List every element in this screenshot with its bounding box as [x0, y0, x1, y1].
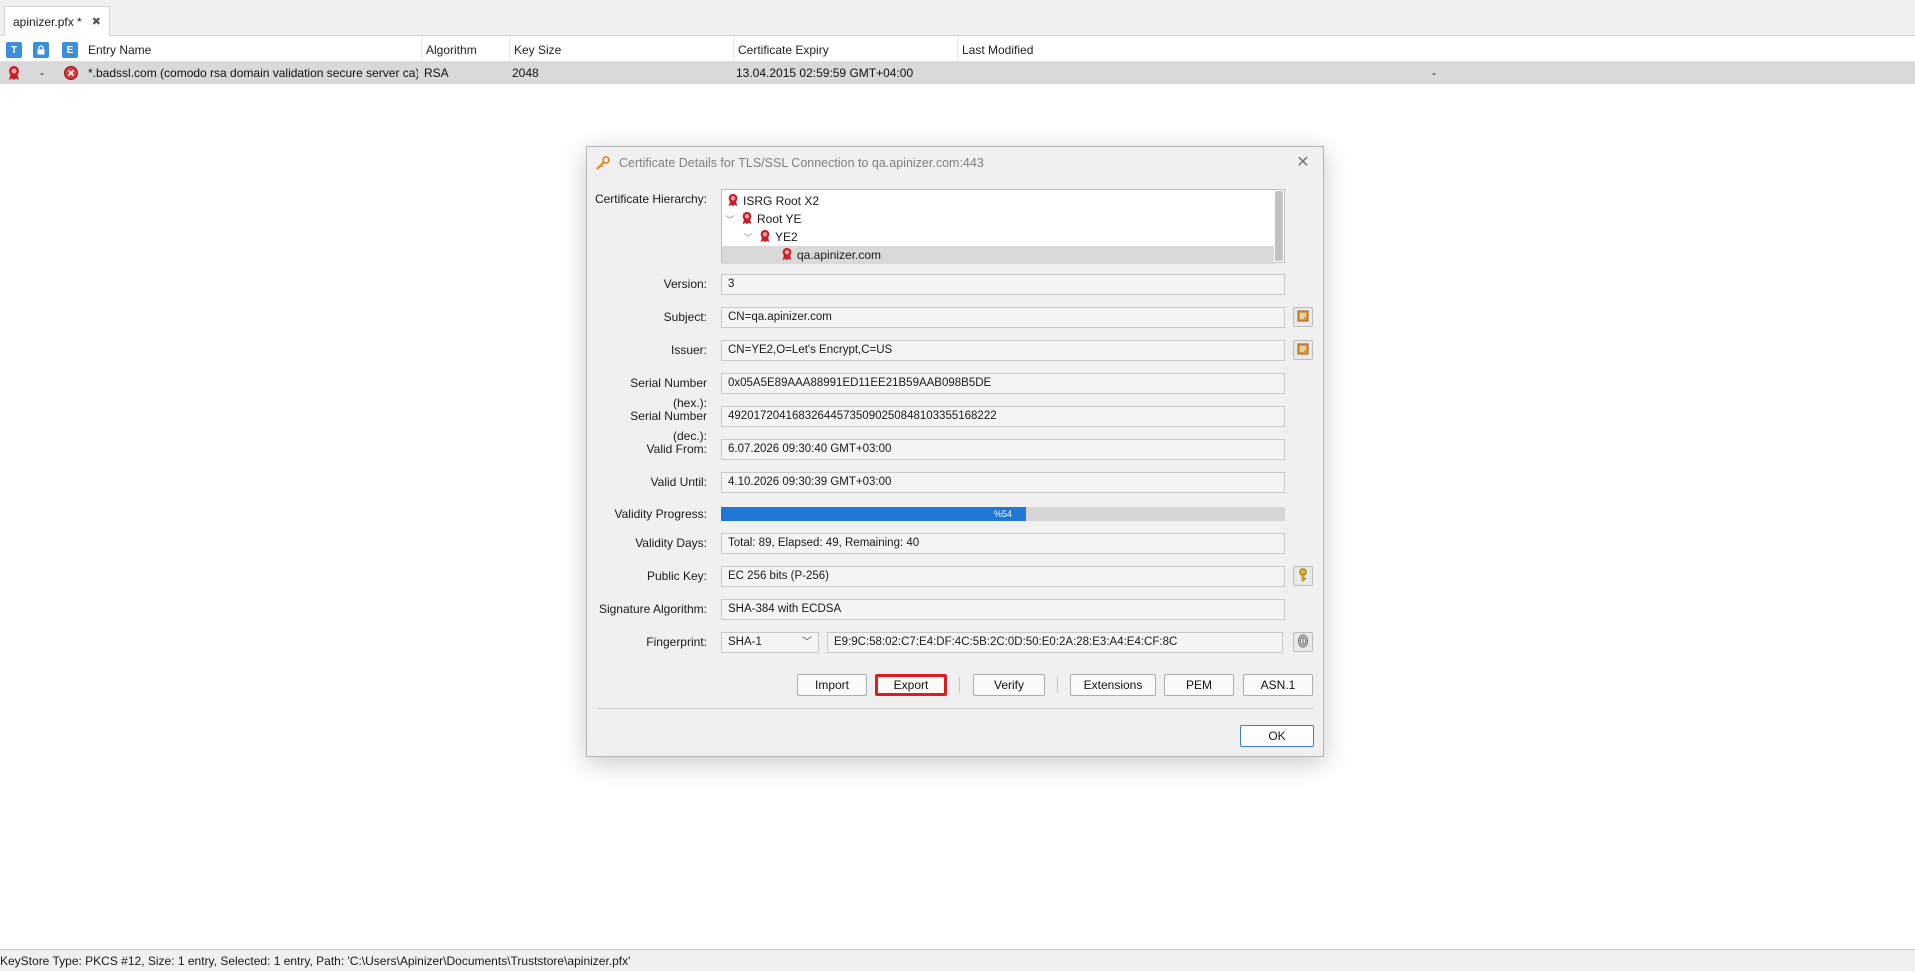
tree-node-label: Root YE: [757, 212, 802, 226]
issuer-details-button[interactable]: [1293, 340, 1313, 360]
entry-name-cell: *.badssl.com (comodo rsa domain validati…: [88, 66, 418, 80]
fingerprint-field[interactable]: E9:9C:58:02:C7:E4:DF:4C:5B:2C:0D:50:E0:2…: [827, 632, 1283, 653]
serial-dec-label: Serial Number (dec.):: [630, 409, 707, 443]
public-key-label: Public Key:: [646, 569, 707, 583]
ok-button[interactable]: OK: [1240, 725, 1314, 747]
valid-from-label: Valid From:: [646, 442, 707, 456]
tree-node-label: ISRG Root X2: [743, 194, 820, 208]
serial-hex-label: Serial Number (hex.):: [630, 376, 707, 410]
asn1-button[interactable]: ASN.1: [1243, 674, 1313, 696]
tree-node-ye2[interactable]: ﹀ YE2: [722, 228, 1274, 246]
valid-until-field[interactable]: 4.10.2026 09:30:39 GMT+03:00: [721, 472, 1285, 493]
tab-close-icon[interactable]: ✖: [92, 15, 101, 28]
certificate-ribbon-icon: [758, 229, 772, 246]
verify-button[interactable]: Verify: [973, 674, 1045, 696]
certificate-ribbon-icon: [780, 247, 794, 264]
expiry-cell: 13.04.2015 02:59:59 GMT+04:00: [736, 66, 914, 80]
signature-algorithm-field[interactable]: SHA-384 with ECDSA: [721, 599, 1285, 620]
algorithm-cell: RSA: [424, 66, 449, 80]
column-entry-name[interactable]: Entry Name: [84, 38, 422, 62]
tree-node-label: qa.apinizer.com: [797, 248, 882, 262]
certificate-ribbon-icon: [740, 211, 754, 228]
column-key-size[interactable]: Key Size: [510, 38, 734, 62]
table-row[interactable]: - *.badssl.com (comodo rsa domain valida…: [0, 62, 1915, 84]
tree-node-isrg-root-x2[interactable]: ISRG Root X2: [722, 192, 1274, 210]
validity-days-label: Validity Days:: [635, 536, 707, 550]
key-size-cell: 2048: [512, 66, 539, 80]
last-modified-cell: -: [1432, 66, 1436, 80]
fingerprint-algorithm-select[interactable]: SHA-1 ﹀: [721, 632, 819, 653]
dialog-divider: [597, 708, 1313, 709]
fingerprint-copy-button[interactable]: [1293, 632, 1313, 652]
extensions-button[interactable]: Extensions: [1070, 674, 1156, 696]
certificate-ribbon-icon: [6, 65, 22, 81]
tab-bar: apinizer.pfx * ✖: [0, 0, 1915, 36]
valid-from-field[interactable]: 6.07.2026 09:30:40 GMT+03:00: [721, 439, 1285, 460]
tree-scrollbar[interactable]: [1275, 191, 1283, 261]
serial-dec-field[interactable]: 4920172041683264457350902508481033551682…: [721, 406, 1285, 427]
validity-days-field[interactable]: Total: 89, Elapsed: 49, Remaining: 40: [721, 533, 1285, 554]
hierarchy-label: Certificate Hierarchy:: [594, 192, 707, 206]
subject-field[interactable]: CN=qa.apinizer.com: [721, 307, 1285, 328]
signature-algorithm-label: Signature Algorithm:: [598, 602, 707, 616]
fingerprint-icon: [1297, 634, 1309, 651]
version-field[interactable]: 3: [721, 274, 1285, 295]
status-bar: KeyStore Type: PKCS #12, Size: 1 entry, …: [0, 949, 1915, 971]
subject-details-button[interactable]: [1293, 307, 1313, 327]
table-header: T E Entry Name Algorithm Key Size Certif…: [0, 38, 1915, 62]
export-button[interactable]: Export: [875, 674, 947, 696]
fingerprint-algorithm-value: SHA-1: [728, 636, 762, 648]
serial-hex-field[interactable]: 0x05A5E89AAA88991ED11EE21B59AAB098B5DE: [721, 373, 1285, 394]
certificate-hierarchy-tree[interactable]: ISRG Root X2 ﹀ Root YE ﹀ YE2 qa.apinizer…: [721, 189, 1285, 264]
certificate-details-dialog: Certificate Details for TLS/SSL Connecti…: [586, 146, 1324, 757]
dialog-close-icon[interactable]: ✕: [1293, 153, 1313, 173]
version-label: Version:: [663, 277, 707, 291]
app-icon: [595, 155, 611, 171]
tab-keystore[interactable]: apinizer.pfx * ✖: [4, 6, 110, 36]
valid-until-label: Valid Until:: [650, 475, 707, 489]
validity-progress-text: %54: [993, 509, 1012, 519]
certificate-ribbon-icon: [726, 193, 740, 210]
lock-column-icon[interactable]: [33, 42, 49, 58]
chevron-down-icon: ﹀: [802, 637, 812, 648]
validity-progress-label: Validity Progress:: [614, 507, 707, 521]
public-key-details-button[interactable]: [1293, 566, 1313, 586]
type-column-icon[interactable]: T: [6, 42, 22, 58]
issuer-label: Issuer:: [670, 343, 707, 357]
expiry-column-icon[interactable]: E: [62, 42, 78, 58]
subject-label: Subject:: [663, 310, 707, 324]
error-circle-icon: [63, 65, 79, 81]
import-button[interactable]: Import: [797, 674, 867, 696]
dialog-title: Certificate Details for TLS/SSL Connecti…: [619, 156, 984, 170]
fingerprint-label: Fingerprint:: [646, 635, 707, 649]
certificate-details-icon: [1297, 310, 1309, 325]
public-key-field[interactable]: EC 256 bits (P-256): [721, 566, 1285, 587]
certificate-details-icon: [1297, 343, 1309, 358]
pem-button[interactable]: PEM: [1164, 674, 1234, 696]
column-algorithm[interactable]: Algorithm: [422, 38, 510, 62]
chevron-down-icon[interactable]: ﹀: [724, 213, 736, 226]
button-separator: [959, 677, 960, 693]
button-separator: [1057, 677, 1058, 693]
column-certificate-expiry[interactable]: Certificate Expiry: [734, 38, 958, 62]
dialog-titlebar[interactable]: Certificate Details for TLS/SSL Connecti…: [587, 147, 1323, 179]
tab-title: apinizer.pfx *: [13, 14, 82, 29]
tree-node-qa-apinizer-com[interactable]: qa.apinizer.com: [722, 246, 1274, 264]
issuer-field[interactable]: CN=YE2,O=Let's Encrypt,C=US: [721, 340, 1285, 361]
column-last-modified[interactable]: Last Modified: [958, 38, 1915, 62]
validity-progress-bar: %54: [721, 507, 1285, 521]
key-icon: [1297, 567, 1309, 585]
lock-status: -: [40, 66, 44, 80]
tree-node-root-ye[interactable]: ﹀ Root YE: [722, 210, 1274, 228]
tree-node-label: YE2: [775, 230, 798, 244]
chevron-down-icon[interactable]: ﹀: [742, 231, 754, 244]
